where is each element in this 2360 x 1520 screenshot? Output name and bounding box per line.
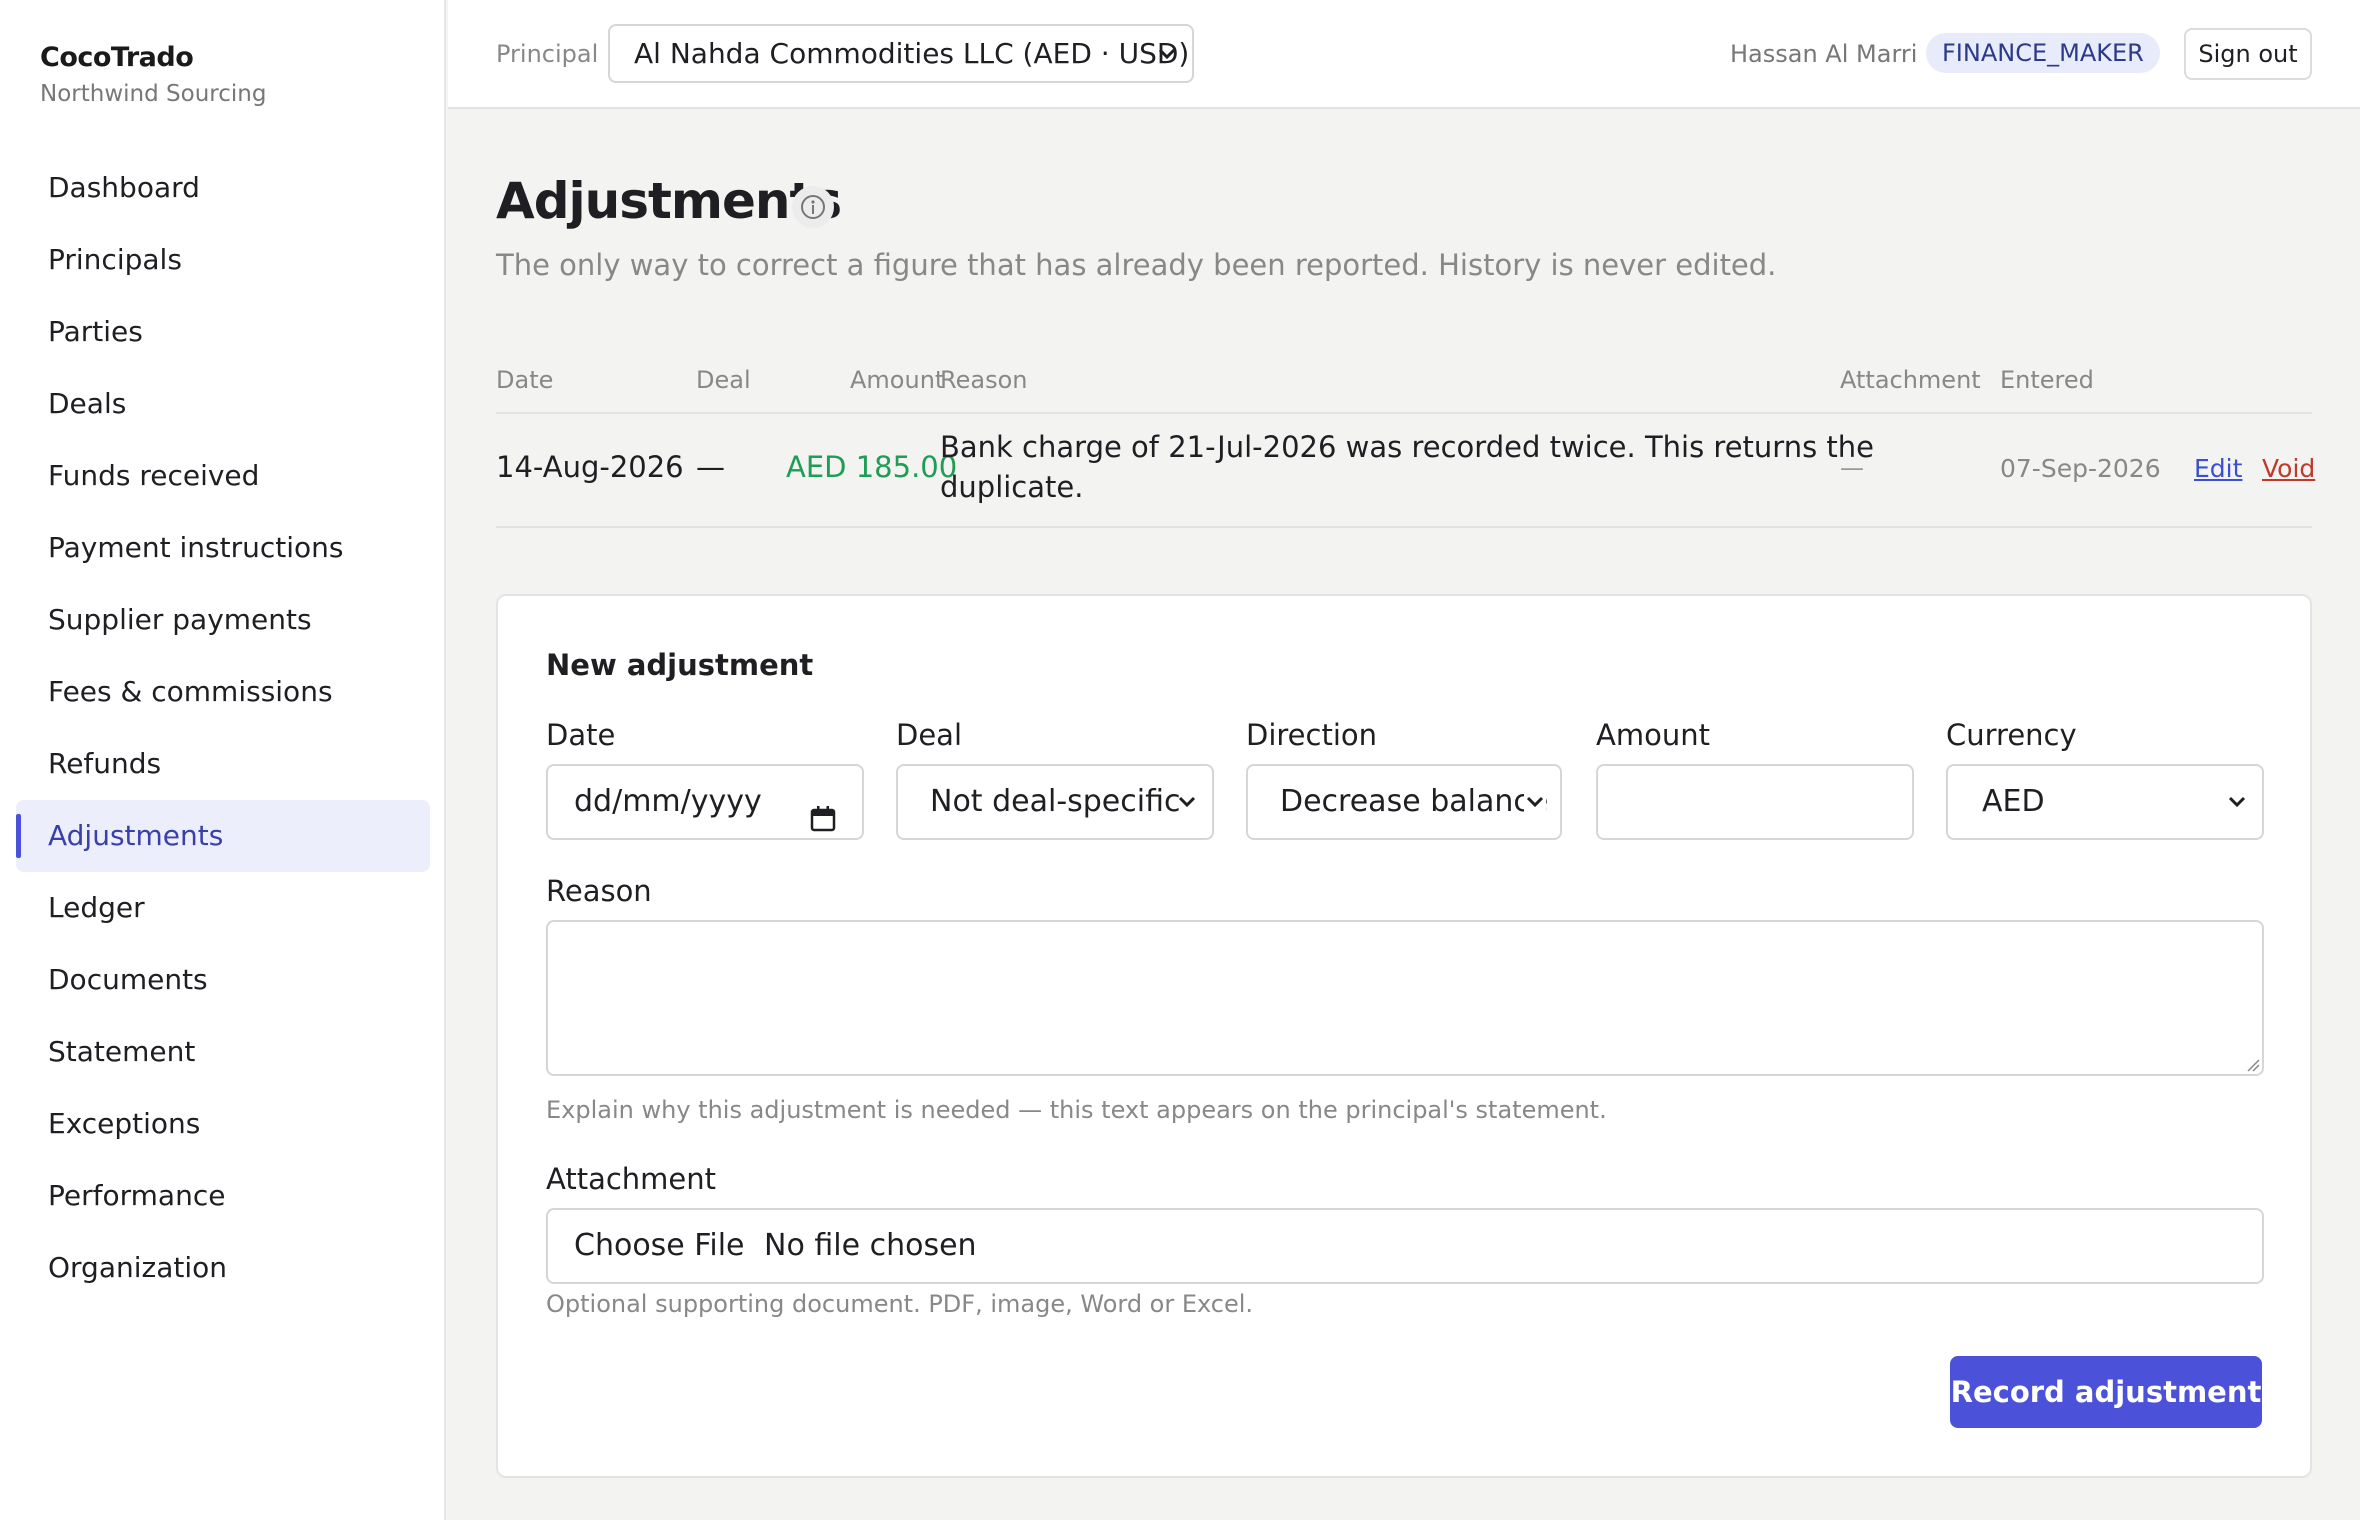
sidebar-item-funds-received[interactable]: Funds received [16, 440, 430, 512]
date-input[interactable]: dd/mm/yyyy [546, 764, 864, 840]
sidebar-item-exceptions[interactable]: Exceptions [16, 1088, 430, 1160]
table-row: 14-Aug-2026 — AED 185.00 Bank charge of … [496, 414, 2315, 528]
amount-input[interactable] [1596, 764, 1914, 840]
sidebar-item-parties[interactable]: Parties [16, 296, 430, 368]
adjustments-table: Date Deal Amount Reason Attachment Enter… [496, 360, 2315, 528]
row-amount: AED 185.00 [786, 450, 958, 484]
currency-label: Currency [1946, 718, 2077, 752]
chevron-down-icon [2226, 766, 2248, 838]
brand-name: CocoTrado [40, 42, 194, 73]
reason-label: Reason [546, 874, 652, 908]
page-subtitle: The only way to correct a figure that ha… [496, 248, 1777, 282]
currency-select[interactable]: AED [1946, 764, 2264, 840]
sidebar-item-performance[interactable]: Performance [16, 1160, 430, 1232]
direction-select-value: Decrease balance [1280, 784, 1549, 819]
table-header: Date Deal Amount Reason Attachment Enter… [496, 360, 2312, 414]
row-reason-line2: duplicate. [940, 470, 1084, 504]
void-link[interactable]: Void [2262, 454, 2315, 483]
date-placeholder: dd/mm/yyyy [574, 784, 762, 819]
row-deal: — [696, 450, 725, 484]
col-reason: Reason [940, 366, 1028, 394]
col-date: Date [496, 366, 554, 394]
deal-label: Deal [896, 718, 963, 752]
row-attachment: — [1840, 454, 1864, 482]
deal-select[interactable]: Not deal-specific [896, 764, 1214, 840]
attachment-file-input[interactable]: Choose File No file chosen [546, 1208, 2264, 1284]
col-entered: Entered [2000, 366, 2094, 394]
col-attachment: Attachment [1840, 366, 1981, 394]
reason-textarea[interactable] [546, 920, 2264, 1076]
brand-org: Northwind Sourcing [40, 81, 267, 107]
direction-label: Direction [1246, 718, 1378, 752]
resize-handle-icon[interactable] [2244, 1056, 2260, 1072]
direction-select[interactable]: Decrease balance [1246, 764, 1562, 840]
deal-select-value: Not deal-specific [930, 784, 1181, 819]
record-adjustment-button[interactable]: Record adjustment [1950, 1356, 2262, 1428]
sidebar-item-statement[interactable]: Statement [16, 1016, 430, 1088]
reason-hint: Explain why this adjustment is needed — … [546, 1096, 1607, 1124]
choose-file-button[interactable]: Choose File [574, 1228, 745, 1263]
sidebar-item-supplier-payments[interactable]: Supplier payments [16, 584, 430, 656]
principal-select-value: Al Nahda Commodities LLC (AED · USD) [634, 37, 1190, 70]
attachment-hint: Optional supporting document. PDF, image… [546, 1290, 1254, 1318]
sidebar-item-refunds[interactable]: Refunds [16, 728, 430, 800]
row-date: 14-Aug-2026 [496, 450, 684, 484]
new-adjustment-card: New adjustment Date dd/mm/yyyy Deal Not … [496, 594, 2312, 1478]
edit-link[interactable]: Edit [2194, 454, 2242, 483]
principal-label: Principal [496, 40, 599, 68]
sidebar-item-payment-instructions[interactable]: Payment instructions [16, 512, 430, 584]
row-reason-line1: Bank charge of 21-Jul-2026 was recorded … [940, 430, 1875, 464]
currency-select-value: AED [1982, 784, 2045, 819]
col-amount: Amount [850, 366, 945, 394]
col-deal: Deal [696, 366, 751, 394]
info-icon[interactable] [792, 186, 834, 228]
date-label: Date [546, 718, 616, 752]
sign-out-button[interactable]: Sign out [2184, 28, 2312, 80]
calendar-icon[interactable] [810, 788, 836, 838]
sidebar-item-ledger[interactable]: Ledger [16, 872, 430, 944]
sidebar-item-dashboard[interactable]: Dashboard [16, 152, 430, 224]
sidebar: CocoTrado Northwind Sourcing Dashboard P… [0, 0, 446, 1520]
principal-select[interactable]: Al Nahda Commodities LLC (AED · USD) [608, 24, 1194, 83]
brand: CocoTrado Northwind Sourcing [40, 42, 266, 107]
sidebar-item-principals[interactable]: Principals [16, 224, 430, 296]
role-badge: FINANCE_MAKER [1926, 33, 2160, 73]
chevron-down-icon [1524, 766, 1546, 838]
user-name: Hassan Al Marri [1730, 40, 1918, 68]
sidebar-item-documents[interactable]: Documents [16, 944, 430, 1016]
page-title: Adjustments [496, 172, 842, 230]
chevron-down-icon [1156, 26, 1178, 102]
card-title: New adjustment [546, 648, 814, 682]
sidebar-nav: Dashboard Principals Parties Deals Funds… [16, 152, 430, 1304]
row-entered: 07-Sep-2026 [2000, 454, 2161, 483]
chevron-down-icon [1176, 766, 1198, 838]
amount-label: Amount [1596, 718, 1710, 752]
sidebar-item-organization[interactable]: Organization [16, 1232, 430, 1304]
attachment-label: Attachment [546, 1162, 717, 1196]
sidebar-item-deals[interactable]: Deals [16, 368, 430, 440]
sidebar-item-fees-commissions[interactable]: Fees & commissions [16, 656, 430, 728]
file-status: No file chosen [764, 1228, 977, 1263]
top-bar: Principal Al Nahda Commodities LLC (AED … [448, 0, 2360, 109]
sidebar-item-adjustments[interactable]: Adjustments [16, 800, 430, 872]
